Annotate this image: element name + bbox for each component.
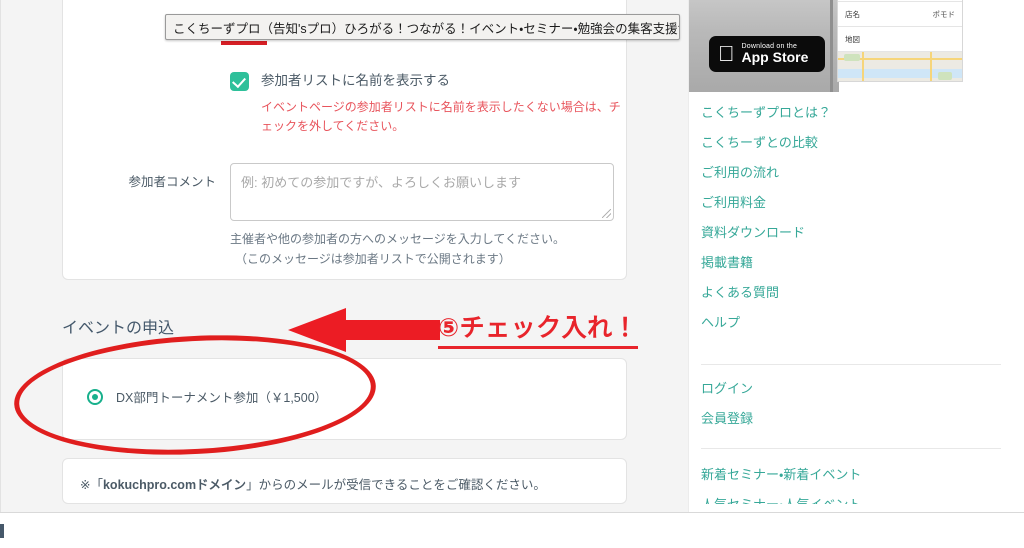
sidebar-link-register[interactable]: 会員登録 xyxy=(689,404,1024,434)
map-road xyxy=(862,52,864,81)
display-name-help-text: イベントページの参加者リストに名前を表示したくない場合は、チェックを外してくださ… xyxy=(261,100,621,133)
browser-tooltip: こくちーずプロ（告知'sプロ）ひろがる！つながる！イベント・セミナー・勉強会の集… xyxy=(165,14,680,40)
page-left-edge xyxy=(0,0,1,512)
participant-comment-row: 参加者コメント 例: 初めての参加ですが、よろしくお願いします 主催者や他の参加… xyxy=(62,163,627,270)
app-promo-banner:  Download on the App Store 気分 店名 ポモド 地図 xyxy=(689,0,1024,92)
sidebar-link-help[interactable]: ヘルプ xyxy=(689,308,1024,338)
sidebar-link-flow[interactable]: ご利用の流れ xyxy=(689,158,1024,188)
phone-row: 店名 ポモド xyxy=(838,2,962,27)
sidebar-new-links: 新着セミナー・新着イベント 人気セミナー・人気イベント xyxy=(689,460,1024,504)
phone-row-label: 地図 xyxy=(845,34,860,44)
participant-comment-field: 例: 初めての参加ですが、よろしくお願いします 主催者や他の参加者の方へのメッセ… xyxy=(230,163,614,270)
phone-map-preview xyxy=(838,52,962,81)
sidebar-link-login[interactable]: ログイン xyxy=(689,374,1024,404)
bottom-white-band xyxy=(0,512,1024,548)
sidebar-link-popular-events[interactable]: 人気セミナー・人気イベント xyxy=(689,490,1024,504)
sidebar-link-downloads[interactable]: 資料ダウンロード xyxy=(689,218,1024,248)
app-store-badge-text: Download on the App Store xyxy=(742,43,809,65)
right-sidebar:  Download on the App Store 気分 店名 ポモド 地図 xyxy=(688,0,1024,512)
comment-help-line-2: （このメッセージは参加者リストで公開されます） xyxy=(235,251,511,266)
bottom-left-marker xyxy=(0,524,4,538)
notice-domain: kokuchpro.comドメイン xyxy=(102,478,247,492)
email-domain-notice-text: ※「kokuchpro.comドメイン」からのメールが受信できることをご確認くだ… xyxy=(80,474,546,493)
sidebar-link-pricing[interactable]: ご利用料金 xyxy=(689,188,1024,218)
notice-suffix: 」からのメールが受信できることをご確認ください。 xyxy=(246,478,546,492)
participant-comment-help: 主催者や他の参加者の方へのメッセージを入力してください。 （このメッセージは参加… xyxy=(230,230,614,270)
sidebar-link-about[interactable]: こくちーずプロとは？ xyxy=(689,98,1024,128)
display-name-checkbox-row: 参加者リストに名前を表示する イベントページの参加者リストに名前を表示したくない… xyxy=(230,71,630,135)
promo-divider xyxy=(830,0,833,92)
sidebar-divider xyxy=(701,448,1001,449)
phone-row-value: ポモド xyxy=(932,9,956,19)
display-name-checkbox[interactable] xyxy=(230,72,249,91)
phone-row-label: 店名 xyxy=(845,9,860,19)
sidebar-link-books[interactable]: 掲載書籍 xyxy=(689,248,1024,278)
app-store-badge[interactable]:  Download on the App Store xyxy=(709,36,825,72)
notice-prefix: ※「 xyxy=(80,478,103,492)
phone-row: 地図 xyxy=(838,27,962,52)
participant-comment-label: 参加者コメント xyxy=(128,175,216,189)
red-underline-mark xyxy=(221,41,267,45)
sidebar-link-comparison[interactable]: こくちーずとの比較 xyxy=(689,128,1024,158)
sidebar-main-links: こくちーずプロとは？ こくちーずとの比較 ご利用の流れ ご利用料金 資料ダウンロ… xyxy=(689,98,1024,338)
participant-comment-textarea[interactable]: 例: 初めての参加ですが、よろしくお願いします xyxy=(230,163,614,221)
map-park xyxy=(938,72,952,80)
email-domain-notice-card: ※「kokuchpro.comドメイン」からのメールが受信できることをご確認くだ… xyxy=(62,458,627,504)
sidebar-link-faq[interactable]: よくある質問 xyxy=(689,278,1024,308)
annotation-label: ⑤チェック入れ！ xyxy=(438,308,639,349)
sidebar-link-new-events[interactable]: 新着セミナー・新着イベント xyxy=(689,460,1024,490)
sidebar-account-links: ログイン 会員登録 xyxy=(689,374,1024,434)
page-root: 名前 参加者リストに名前を表示する イベントページの参加者リストに名前を表示した… xyxy=(0,0,1024,548)
apple-logo-icon:  xyxy=(718,43,735,65)
comment-help-line-1: 主催者や他の参加者の方へのメッセージを入力してください。 xyxy=(230,232,566,246)
map-road xyxy=(930,52,932,81)
app-store-line-2: App Store xyxy=(725,49,809,66)
checkbox-line[interactable]: 参加者リストに名前を表示する xyxy=(230,71,630,91)
map-park xyxy=(844,54,860,61)
display-name-checkbox-label[interactable]: 参加者リストに名前を表示する xyxy=(261,71,450,90)
phone-screenshot-mockup: 気分 店名 ポモド 地図 xyxy=(837,0,963,82)
sidebar-divider xyxy=(701,364,1001,365)
event-entry-heading: イベントの申込 xyxy=(62,320,175,337)
